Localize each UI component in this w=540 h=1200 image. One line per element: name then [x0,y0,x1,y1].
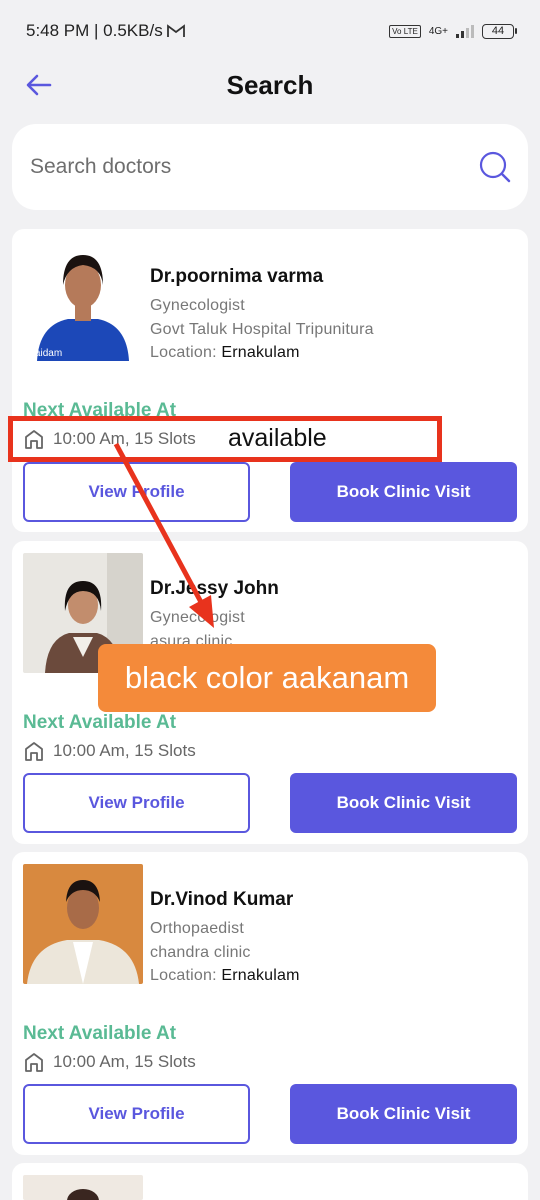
book-clinic-visit-button[interactable]: Book Clinic Visit [290,773,517,833]
doctor-clinic: Govt Taluk Hospital Tripunitura [150,321,374,338]
next-available-label: Next Available At [23,1023,177,1044]
clinic-home-icon [25,742,43,761]
photo-watermark: Vaidam [29,348,62,359]
network-type: 4G+ [428,25,448,37]
doctor-card[interactable] [12,1163,528,1200]
search-bar [12,124,528,210]
doctor-name: Dr.Jessy John [150,578,279,599]
doctor-specialty: Gynecologist [150,609,245,626]
slot-text: 10:00 Am, 15 Slots [53,1052,196,1071]
annotation-label: black color aakanam [98,644,436,712]
annotation-available-text: available [228,424,327,452]
doctor-photo: Vaidam [23,241,143,361]
doctor-name: Dr.Vinod Kumar [150,889,294,910]
battery-icon: 44 [482,23,517,39]
search-icon[interactable] [478,150,512,184]
view-profile-button[interactable]: View Profile [23,462,250,522]
view-profile-button[interactable]: View Profile [23,773,250,833]
doctor-location: Location: Ernakulam [150,967,300,985]
volte-icon: Vo LTE [389,24,421,38]
book-clinic-visit-button[interactable]: Book Clinic Visit [290,462,517,522]
top-app-bar: Search [0,62,540,108]
doctor-photo [23,864,143,984]
view-profile-button[interactable]: View Profile [23,1084,250,1144]
doctor-location: Location: Ernakulam [150,344,300,362]
doctor-photo [23,1175,143,1200]
battery-level: 44 [491,25,505,37]
slot-info: 10:00 Am, 15 Slots [23,740,196,762]
status-time: 5:48 PM | 0.5KB/s [26,21,163,40]
book-clinic-visit-button[interactable]: Book Clinic Visit [290,1084,517,1144]
page-title: Search [226,69,314,100]
location-label: Location: [150,967,222,984]
doctor-card[interactable]: Dr.Vinod Kumar Orthopaedist chandra clin… [12,852,528,1155]
doctor-card[interactable]: Vaidam Dr.poornima varma Gynecologist Go… [12,229,528,532]
doctor-name: Dr.poornima varma [150,266,324,287]
next-available-label: Next Available At [23,712,177,733]
signal-icon [456,24,474,38]
back-arrow-icon[interactable] [24,70,54,100]
status-bar: 5:48 PM | 0.5KB/s Vo LTE 4G+ 44 [0,0,540,62]
slot-text: 10:00 Am, 15 Slots [53,741,196,760]
clinic-home-icon [25,1053,43,1072]
gmail-icon [166,24,185,37]
location-value: Ernakulam [221,967,300,984]
location-label: Location: [150,344,222,361]
doctor-specialty: Gynecologist [150,297,245,314]
slot-info: 10:00 Am, 15 Slots [23,1051,196,1073]
doctor-specialty: Orthopaedist [150,920,245,937]
doctor-clinic: chandra clinic [150,944,251,961]
annotation-highlight-box [8,416,442,462]
location-value: Ernakulam [221,344,300,361]
search-input[interactable] [28,154,478,180]
